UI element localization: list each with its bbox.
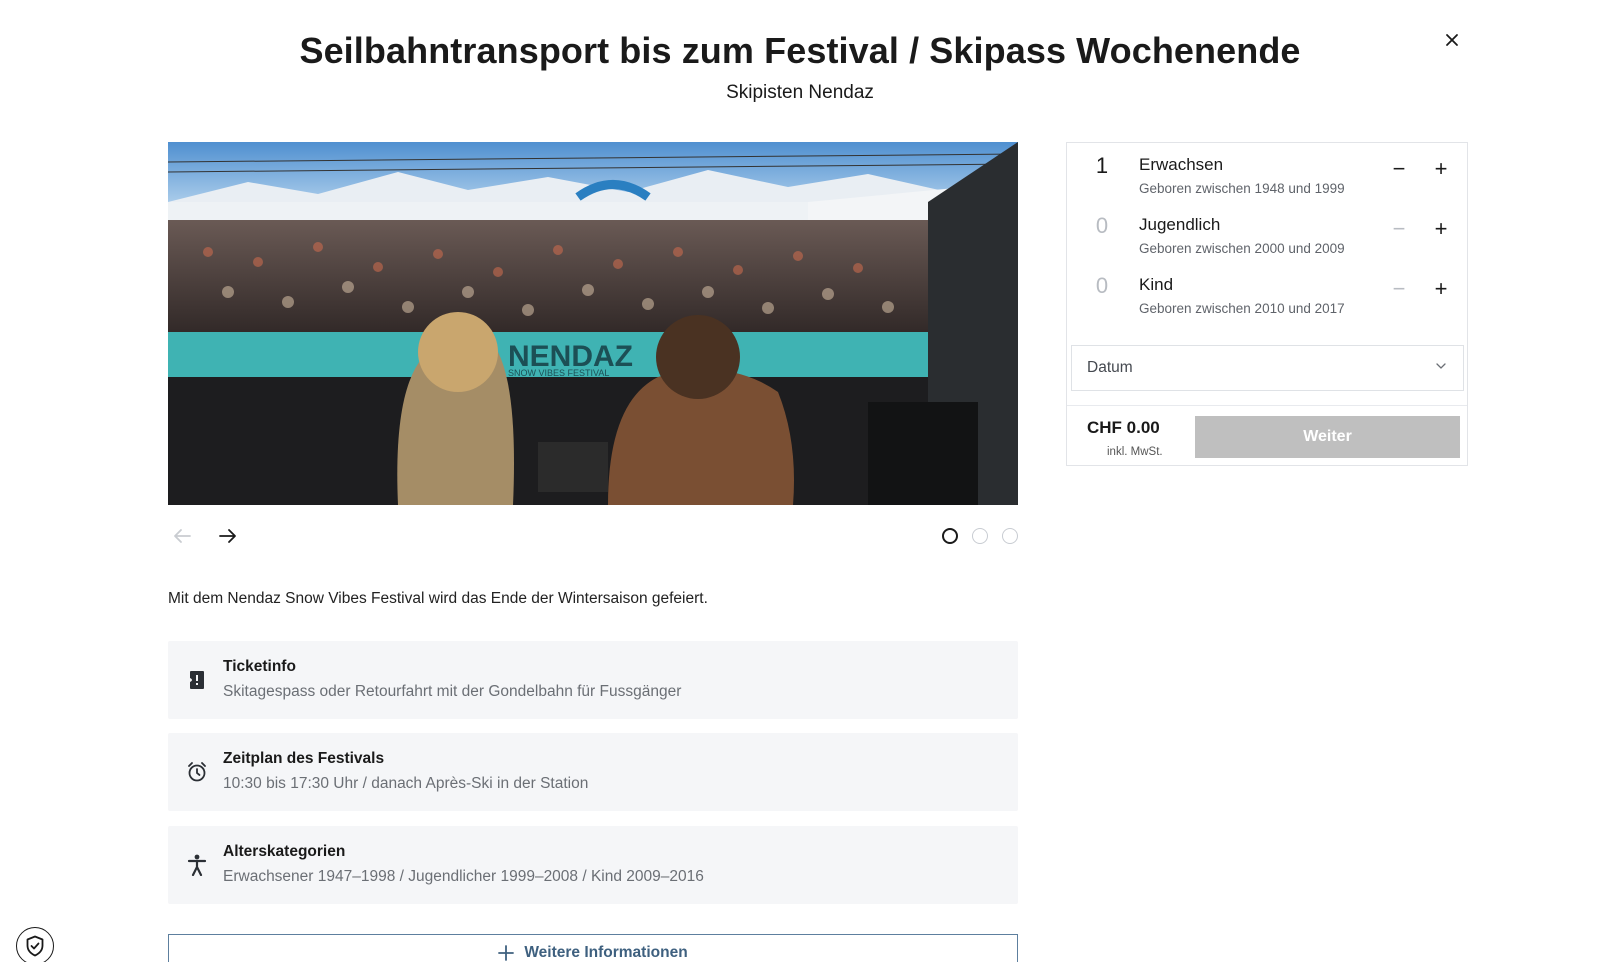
info-card-title: Ticketinfo	[223, 658, 296, 675]
page-title: Seilbahntransport bis zum Festival / Ski…	[299, 30, 1301, 71]
arrow-left-icon	[174, 529, 191, 543]
carousel-dot-1[interactable]	[942, 528, 958, 544]
arrow-right-icon	[219, 529, 236, 543]
total-price: CHF 0.00	[1087, 418, 1160, 437]
carousel-dots	[942, 528, 1018, 544]
next-slide-button[interactable]	[214, 522, 242, 550]
more-info-button[interactable]: Weitere Informationen	[168, 934, 1018, 962]
info-card-text: Skitagespass oder Retourfahrt mit der Go…	[223, 683, 682, 700]
date-select[interactable]: Datum	[1071, 345, 1464, 391]
banner-subtext: SNOW VIBES FESTIVAL	[508, 368, 609, 378]
decrement-button[interactable]: −	[1387, 217, 1411, 241]
ticket-icon	[184, 667, 210, 693]
ticket-row-adult: 1 Erwachsen Geboren zwischen 1948 und 19…	[1067, 143, 1467, 203]
shield-check-icon	[26, 935, 44, 957]
privacy-settings-button[interactable]	[16, 927, 54, 962]
info-card-text: Erwachsener 1947–1998 / Jugendlicher 199…	[223, 868, 704, 885]
increment-button[interactable]: +	[1429, 277, 1453, 301]
decrement-button[interactable]: −	[1387, 277, 1411, 301]
carousel-dot-3[interactable]	[1002, 528, 1018, 544]
info-card-age: Alterskategorien Erwachsener 1947–1998 /…	[168, 826, 1018, 904]
gallery-image: NENDAZ SNOW VIBES FESTIVAL	[168, 142, 1018, 505]
info-card-title: Alterskategorien	[223, 843, 346, 860]
ticket-row-child: 0 Kind Geboren zwischen 2010 und 2017 − …	[1067, 263, 1467, 323]
carousel-nav	[168, 522, 1018, 550]
event-description: Mit dem Nendaz Snow Vibes Festival wird …	[168, 590, 708, 607]
info-card-schedule: Zeitplan des Festivals 10:30 bis 17:30 U…	[168, 733, 1018, 811]
ticket-count: 1	[1095, 153, 1109, 178]
ticket-category-sub: Geboren zwischen 1948 und 1999	[1139, 181, 1345, 196]
prev-slide-button[interactable]	[168, 522, 196, 550]
booking-panel: 1 Erwachsen Geboren zwischen 1948 und 19…	[1066, 142, 1468, 466]
plus-icon	[498, 945, 515, 961]
more-info-label: Weitere Informationen	[524, 944, 688, 961]
increment-button[interactable]: +	[1429, 157, 1453, 181]
ticket-category-sub: Geboren zwischen 2010 und 2017	[1139, 301, 1345, 316]
chevron-down-icon	[1436, 363, 1446, 369]
person-icon	[184, 852, 210, 878]
ticket-category-label: Kind	[1139, 275, 1174, 294]
alarm-clock-icon	[184, 759, 210, 785]
info-card-title: Zeitplan des Festivals	[223, 750, 385, 767]
ticket-count: 0	[1095, 273, 1109, 298]
ticket-count: 0	[1095, 213, 1109, 238]
page-subtitle: Skipisten Nendaz	[726, 82, 874, 103]
ticket-category-label: Jugendlich	[1139, 215, 1221, 234]
continue-button[interactable]: Weiter	[1195, 416, 1460, 458]
date-select-value: Datum	[1087, 359, 1133, 376]
ticket-category-label: Erwachsen	[1139, 155, 1224, 174]
info-card-text: 10:30 bis 17:30 Uhr / danach Après-Ski i…	[223, 775, 589, 792]
increment-button[interactable]: +	[1429, 217, 1453, 241]
vat-note: inkl. MwSt.	[1107, 446, 1163, 458]
info-card-ticket: Ticketinfo Skitagespass oder Retourfahrt…	[168, 641, 1018, 719]
ticket-row-youth: 0 Jugendlich Geboren zwischen 2000 und 2…	[1067, 203, 1467, 263]
booking-footer: CHF 0.00 inkl. MwSt. Weiter	[1067, 405, 1467, 465]
decrement-button[interactable]: −	[1387, 157, 1411, 181]
ticket-category-sub: Geboren zwischen 2000 und 2009	[1139, 241, 1345, 256]
carousel-dot-2[interactable]	[972, 528, 988, 544]
